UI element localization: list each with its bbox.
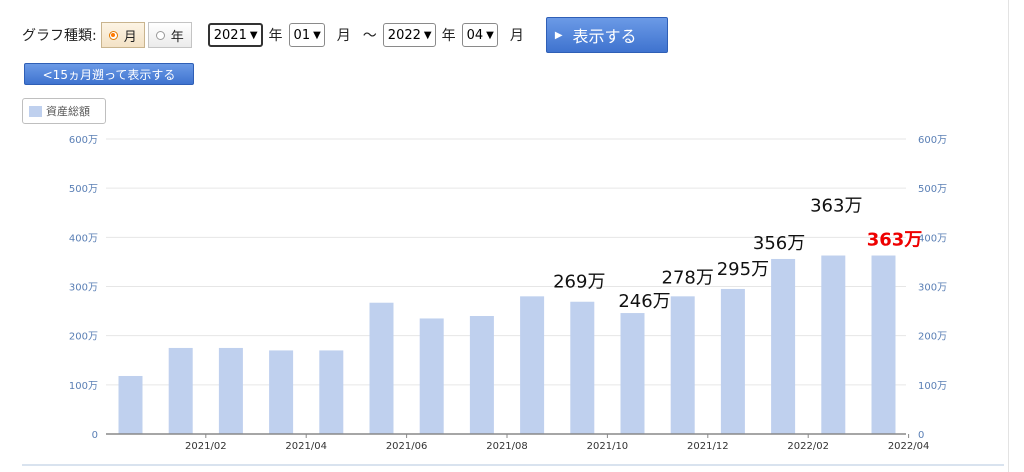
y-tick-label-left: 0: [92, 430, 98, 441]
data-label: 363万: [810, 196, 862, 217]
bar-chart: 0 0 100万 100万 200万 200万 300万 300万 400万 400万 500万 50…: [69, 135, 947, 452]
y-tick-label-left: 400万: [69, 233, 98, 244]
x-tick-label: 2021/10: [587, 441, 629, 452]
data-label: 246万: [618, 291, 670, 312]
x-tick-label: 2021/08: [486, 441, 528, 452]
y-tick-label-left: 100万: [69, 381, 98, 392]
bar: [218, 347, 243, 434]
bar: [269, 350, 294, 434]
bar: [469, 316, 494, 434]
y-tick-label-left: 500万: [69, 184, 98, 195]
y-tick-label-right: 0: [918, 430, 924, 441]
bar: [168, 347, 193, 434]
bar: [369, 302, 394, 434]
x-tick-label: 2021/06: [386, 441, 428, 452]
bar: [771, 258, 796, 434]
x-tick-label: 2021/02: [185, 441, 227, 452]
y-tick-label-right: 300万: [918, 283, 947, 294]
bar: [720, 288, 745, 434]
bar: [118, 375, 143, 434]
bar: [570, 301, 595, 434]
y-tick-label-right: 500万: [918, 184, 947, 195]
x-tick-label: 2022/04: [888, 441, 930, 452]
data-label: 269万: [553, 272, 605, 293]
data-label: 356万: [753, 233, 805, 254]
bar: [620, 313, 645, 434]
y-tick-label-right: 600万: [918, 135, 947, 146]
y-tick-label-right: 400万: [918, 233, 947, 244]
y-tick-label-right: 200万: [918, 332, 947, 343]
data-label-highlight: 363万: [867, 230, 923, 251]
bar: [670, 296, 695, 434]
bar: [871, 255, 896, 434]
bar: [520, 296, 545, 434]
bar: [319, 350, 344, 434]
data-label: 278万: [662, 267, 714, 288]
y-tick-label-left: 300万: [69, 283, 98, 294]
bar: [821, 255, 846, 434]
bar: [419, 318, 444, 434]
data-label: 295万: [717, 259, 769, 280]
y-tick-label-left: 600万: [69, 135, 98, 146]
y-tick-label-left: 200万: [69, 332, 98, 343]
y-tick-label-right: 100万: [918, 381, 947, 392]
panel-bottom-rule: [22, 464, 1004, 466]
x-tick-label: 2021/04: [285, 441, 327, 452]
x-tick-label: 2022/02: [787, 441, 829, 452]
x-tick-label: 2021/12: [687, 441, 729, 452]
